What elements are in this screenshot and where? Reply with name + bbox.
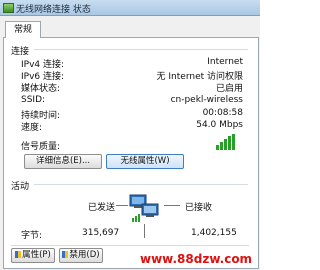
bytes-received-value: 1,402,155 <box>191 228 237 238</box>
properties-button[interactable]: 属性(P) <box>11 248 55 263</box>
media-state-label: 媒体状态: <box>21 84 61 94</box>
received-line <box>164 205 180 206</box>
uac-shield-icon <box>15 251 22 258</box>
details-button[interactable]: 详细信息(E)... <box>24 154 102 169</box>
media-state-value: 已启用 <box>215 84 243 94</box>
title-bar: 无线网络连接 状态 <box>0 0 260 16</box>
signal-row: 信号质量: <box>11 135 251 152</box>
ipv4-value: Internet <box>207 57 243 67</box>
sent-label: 已发送 <box>88 203 116 213</box>
duration-row: 持续时间: 00:08:58 <box>11 108 251 121</box>
tab-general[interactable]: 常规 <box>5 21 41 38</box>
properties-button-label: 属性(P) <box>22 250 51 260</box>
dialog-window: 常规 连接 IPv4 连接: Internet IPv6 连接: 无 Inter… <box>0 16 260 270</box>
disable-button-label: 禁用(D) <box>69 250 100 260</box>
media-state-row: 媒体状态: 已启用 <box>11 81 251 94</box>
ssid-label: SSID: <box>21 95 46 105</box>
ipv6-row: IPv6 连接: 无 Internet 访问权限 <box>11 69 251 82</box>
ssid-row: SSID: cn-pekl-wireless <box>11 95 251 107</box>
network-computers-icon <box>129 194 159 222</box>
sent-line <box>116 205 128 206</box>
ipv4-row: IPv4 连接: Internet <box>11 57 251 70</box>
tab-panel: 连接 IPv4 连接: Internet IPv6 连接: 无 Internet… <box>3 37 259 269</box>
connection-section-title: 连接 <box>11 47 30 57</box>
ssid-value: cn-pekl-wireless <box>170 95 243 105</box>
footer-divider <box>11 245 249 246</box>
signal-bars-icon <box>216 134 238 150</box>
speed-value: 54.0 Mbps <box>196 120 243 130</box>
received-label: 已接收 <box>185 203 213 213</box>
wireless-properties-button[interactable]: 无线属性(W) <box>106 154 184 169</box>
section-divider <box>34 49 248 50</box>
bytes-sent-value: 315,697 <box>82 228 120 238</box>
network-icon <box>3 3 14 13</box>
speed-label: 速度: <box>21 123 43 133</box>
speed-row: 速度: 54.0 Mbps <box>11 120 251 133</box>
window-title: 无线网络连接 状态 <box>16 5 91 15</box>
duration-value: 00:08:58 <box>202 108 243 118</box>
uac-shield-icon <box>62 251 69 258</box>
activity-section-title: 活动 <box>11 182 30 192</box>
watermark-text: www.88dzw.com <box>140 252 253 266</box>
section-divider <box>34 184 248 185</box>
disable-button[interactable]: 禁用(D) <box>59 248 103 263</box>
activity-divider <box>144 224 145 238</box>
bytes-label: 字节: <box>21 231 43 241</box>
signal-label: 信号质量: <box>21 142 61 152</box>
